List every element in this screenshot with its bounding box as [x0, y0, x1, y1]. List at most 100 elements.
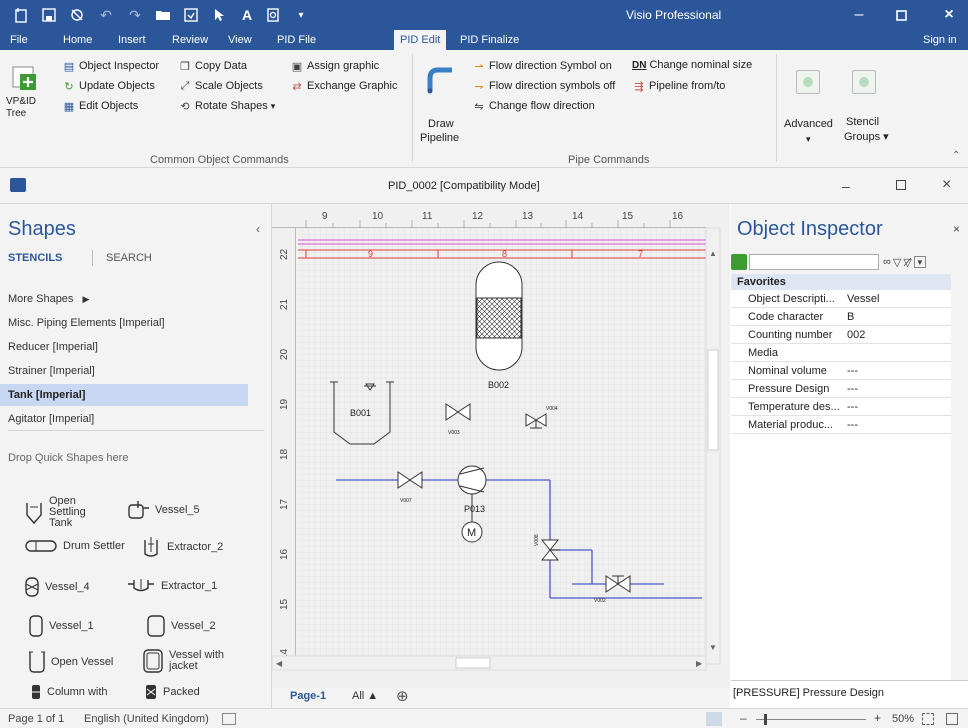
filter-icon[interactable]: ▽	[893, 256, 901, 269]
stencil-extractor-1[interactable]: Extractor_1	[126, 578, 217, 594]
pump-p013[interactable]	[457, 465, 487, 495]
inspector-row[interactable]: Nominal volume ---	[731, 362, 951, 380]
dropdown-icon[interactable]: ▼	[913, 256, 926, 268]
pipeline-from-to-button[interactable]: ⇶ Pipeline from/to	[632, 79, 725, 93]
print-preview-icon[interactable]	[262, 4, 284, 26]
advanced-button[interactable]: Advanced ▾	[784, 58, 834, 144]
close-icon[interactable]: ×	[938, 4, 960, 26]
stencil-vessel-5[interactable]: Vessel_5	[126, 500, 200, 520]
restore-icon[interactable]	[890, 4, 912, 26]
stencil-tank[interactable]: Tank [Imperial]	[0, 384, 248, 406]
rotate-shapes-button[interactable]: ⟲ Rotate Shapes ▾	[178, 99, 275, 113]
inspector-row[interactable]: Media	[731, 344, 951, 362]
doc-minimize-icon[interactable]: –	[842, 178, 850, 194]
sign-in-link[interactable]: Sign in	[923, 30, 957, 50]
tab-file[interactable]: File	[10, 30, 28, 50]
all-pages-tab[interactable]: All ▲	[352, 690, 378, 702]
link-icon[interactable]: ∞	[883, 256, 891, 268]
horizontal-scrollbar[interactable]: ◀ ▶	[271, 655, 707, 671]
update-objects-button[interactable]: ↻ Update Objects	[62, 79, 154, 93]
vpid-tree-button[interactable]: VP&ID Tree	[6, 58, 48, 119]
vertical-scrollbar[interactable]: ▲ ▼	[705, 227, 721, 665]
edit-objects-button[interactable]: ▦ Edit Objects	[62, 99, 139, 113]
zoom-out-icon[interactable]: –	[740, 711, 747, 725]
save-icon[interactable]	[38, 4, 60, 26]
stencil-column-with[interactable]: Column with	[30, 684, 108, 700]
tab-pid-finalize[interactable]: PID Finalize	[460, 30, 519, 50]
stencil-misc-piping[interactable]: Misc. Piping Elements [Imperial]	[0, 312, 248, 334]
stencil-vessel-with-jacket[interactable]: Vessel with jacket	[142, 648, 231, 674]
stencil-reducer[interactable]: Reducer [Imperial]	[0, 336, 248, 358]
stencil-packed[interactable]: Packed	[144, 684, 200, 700]
stencil-agitator[interactable]: Agitator [Imperial]	[0, 408, 248, 430]
object-inspector-button[interactable]: ▤ Object Inspector	[62, 59, 159, 73]
zoom-level[interactable]: 50%	[892, 713, 914, 725]
tab-insert[interactable]: Insert	[118, 30, 146, 50]
minimize-icon[interactable]: ‒	[848, 4, 870, 26]
inspector-row[interactable]: Pressure Design ---	[731, 380, 951, 398]
add-page-button[interactable]: ⊕	[396, 687, 409, 705]
vessel-b002[interactable]	[475, 261, 523, 371]
filter-clear-icon[interactable]: ▽̸	[903, 256, 911, 269]
collapse-ribbon-icon[interactable]: ⌃	[952, 150, 960, 161]
drawing-area[interactable]: 9 10 11 12 13 14 15 16 22 21 20 19 18 17…	[271, 204, 730, 688]
redo-icon[interactable]: ↷	[124, 4, 146, 26]
change-nominal-size-button[interactable]: DN Change nominal size	[632, 59, 752, 71]
fit-page-icon[interactable]	[922, 713, 934, 725]
more-shapes-item[interactable]: More Shapes ▶	[0, 288, 248, 310]
tab-stencils[interactable]: STENCILS	[8, 252, 62, 264]
doc-close-icon[interactable]: ×	[942, 176, 951, 194]
inspector-row[interactable]: Counting number 002	[731, 326, 951, 344]
assign-graphic-button[interactable]: ▣ Assign graphic	[290, 59, 379, 73]
page-indicator[interactable]: Page 1 of 1	[8, 713, 64, 725]
pid-tool-icon[interactable]	[66, 4, 88, 26]
tab-pid-edit[interactable]: PID Edit	[394, 30, 447, 50]
flow-direction-off-button[interactable]: ⇁ Flow direction symbols off	[472, 79, 615, 93]
tab-view[interactable]: View	[228, 30, 252, 50]
scale-objects-button[interactable]: ⤢ Scale Objects	[178, 79, 263, 93]
drawing-canvas[interactable]: 9 10 11 12 13 14 15 16 22 21 20 19 18 17…	[271, 204, 730, 688]
stencil-drum-settler[interactable]: Drum Settler	[24, 538, 125, 554]
switch-windows-icon[interactable]	[946, 713, 958, 725]
undo-icon[interactable]: ↶	[95, 4, 117, 26]
favorites-header[interactable]: Favorites	[731, 274, 951, 290]
language-indicator[interactable]: English (United Kingdom)	[84, 713, 209, 725]
stencil-vessel-1[interactable]: Vessel_1	[28, 614, 94, 638]
stencil-vessel-2[interactable]: Vessel_2	[146, 614, 216, 638]
open-folder-icon[interactable]	[152, 4, 174, 26]
doc-restore-icon[interactable]	[896, 180, 906, 190]
inspector-close-icon[interactable]: ×	[953, 222, 960, 236]
tab-home[interactable]: Home	[63, 30, 92, 50]
text-tool-icon[interactable]: A	[236, 4, 258, 26]
tab-pid-file[interactable]: PID File	[277, 30, 316, 50]
tab-review[interactable]: Review	[172, 30, 208, 50]
zoom-slider-thumb[interactable]	[764, 714, 767, 725]
customize-qat-icon[interactable]: ▾	[290, 4, 312, 26]
app-icon[interactable]	[10, 4, 32, 26]
stencil-strainer[interactable]: Strainer [Imperial]	[0, 360, 248, 382]
page-tab-1[interactable]: Page-1	[290, 690, 326, 702]
stencil-extractor-2[interactable]: Extractor_2	[140, 536, 223, 558]
change-flow-direction-button[interactable]: ⇋ Change flow direction	[472, 99, 594, 113]
zoom-slider[interactable]	[756, 719, 866, 720]
collapse-panel-icon[interactable]: ‹	[256, 222, 260, 236]
stencil-open-vessel[interactable]: Open Vessel	[28, 650, 113, 674]
stencil-groups-button[interactable]: Stencil Groups ▾	[840, 58, 890, 144]
stencil-open-settling-tank[interactable]: Open Settling Tank	[24, 496, 109, 529]
macro-icon[interactable]	[222, 713, 236, 725]
inspector-filter-input[interactable]	[749, 254, 879, 270]
copy-data-button[interactable]: ❐ Copy Data	[178, 59, 247, 73]
zoom-in-icon[interactable]: +	[874, 711, 881, 725]
inspector-row[interactable]: Temperature des... ---	[731, 398, 951, 416]
inspector-row[interactable]: Material produc... ---	[731, 416, 951, 434]
flow-direction-on-button[interactable]: ⇀ Flow direction Symbol on	[472, 59, 612, 73]
pointer-tool-icon[interactable]	[208, 4, 230, 26]
inspector-row[interactable]: Code character B	[731, 308, 951, 326]
stencil-vessel-4[interactable]: Vessel_4	[24, 576, 90, 598]
save-as-icon[interactable]	[180, 4, 202, 26]
exchange-graphic-button[interactable]: ⇄ Exchange Graphic	[290, 79, 397, 93]
presentation-mode-icon[interactable]	[706, 712, 722, 726]
draw-pipeline-button[interactable]: Draw Pipeline	[418, 58, 464, 144]
tab-search[interactable]: SEARCH	[106, 252, 152, 264]
inspector-row[interactable]: Object Descripti... Vessel	[731, 290, 951, 308]
